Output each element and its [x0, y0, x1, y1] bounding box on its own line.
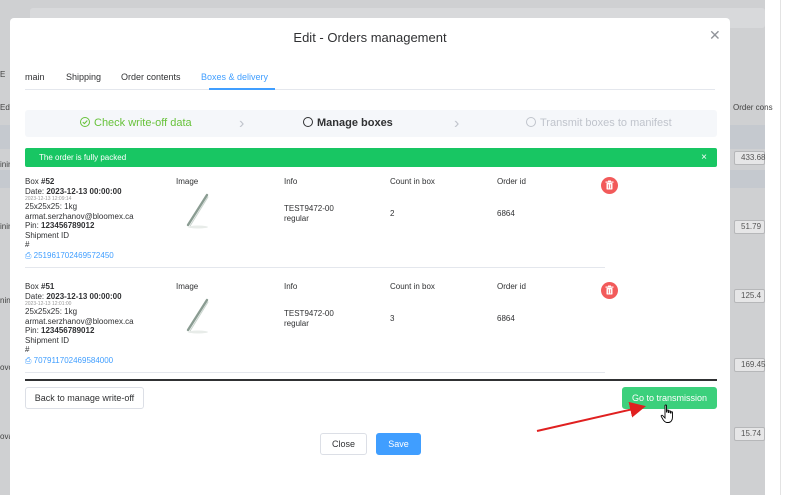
annotation-arrow	[536, 401, 646, 432]
hand-cursor-icon	[660, 404, 673, 423]
